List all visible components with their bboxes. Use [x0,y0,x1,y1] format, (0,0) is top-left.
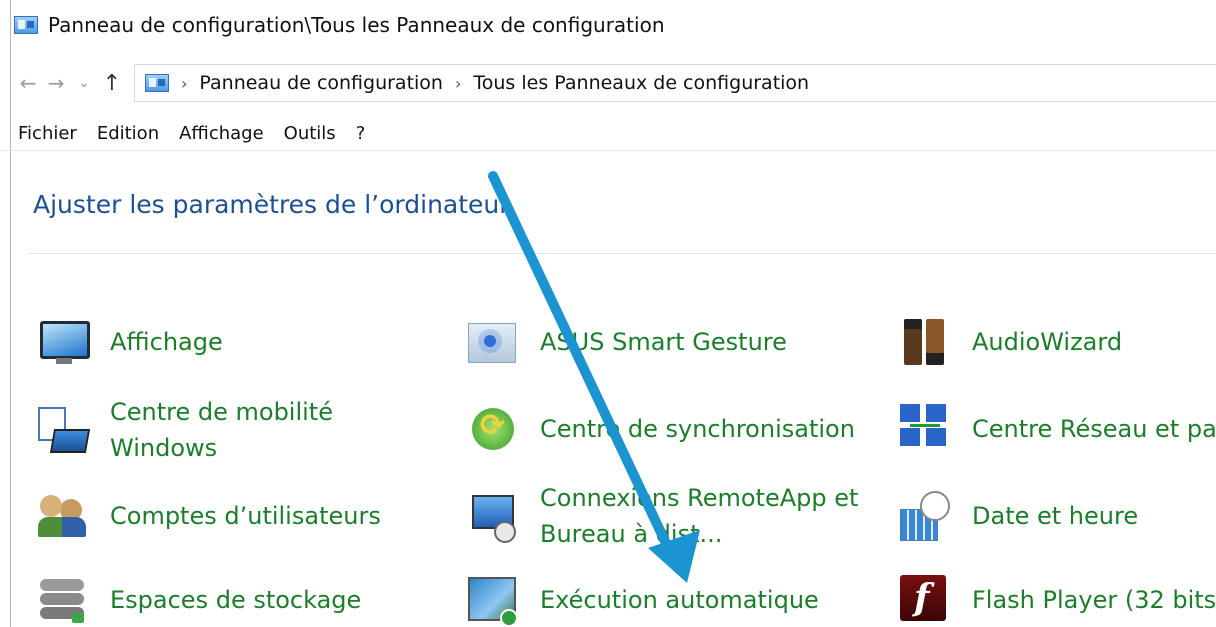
address-field[interactable]: › Panneau de configuration › Tous les Pa… [134,64,1216,102]
calendar-clock-icon [900,491,950,541]
menu-tools[interactable]: Outils [284,123,336,144]
menu-view[interactable]: Affichage [179,123,264,144]
item-user-accounts[interactable]: Comptes d’utilisateurs [38,491,381,541]
chevron-down-icon[interactable]: ⌄ [70,67,98,99]
item-storage-spaces[interactable]: Espaces de stockage [38,575,361,625]
item-mobility-center[interactable]: Centre de mobilité Windows [38,394,370,466]
window-title: Panneau de configuration\Tous les Pannea… [48,13,665,37]
remote-desktop-icon [468,491,518,543]
item-label: Exécution automatique [540,586,819,614]
menu-file[interactable]: Fichier [18,123,77,144]
menu-help[interactable]: ? [356,123,366,144]
item-label: Comptes d’utilisateurs [110,502,381,530]
control-panel-window: Panneau de configuration\Tous les Pannea… [0,0,1216,627]
item-label: Centre Réseau et par [972,415,1216,443]
item-label: ASUS Smart Gesture [540,328,787,356]
mobility-center-icon [38,405,88,455]
monitor-icon [38,317,90,367]
item-label: Flash Player (32 bits) [972,586,1216,614]
item-flash-player[interactable]: Flash Player (32 bits) [900,575,1216,625]
control-panel-icon [145,74,169,92]
network-icon [900,404,950,454]
title-bar: Panneau de configuration\Tous les Pannea… [14,8,1216,42]
arrow-up-icon[interactable]: ↑ [98,67,126,99]
item-audiowizard[interactable]: AudioWizard [900,317,1122,367]
item-autoplay[interactable]: Exécution automatique [468,575,819,627]
item-date-time[interactable]: Date et heure [900,491,1138,541]
speaker-icon [900,317,950,367]
breadcrumb-all-panels[interactable]: Tous les Panneaux de configuration [473,72,809,94]
touchpad-icon [468,317,518,367]
item-label: AudioWizard [972,328,1123,356]
item-network-center[interactable]: Centre Réseau et par [900,404,1216,454]
item-label: Centre de mobilité Windows [110,398,333,462]
control-panel-icon [14,16,38,34]
item-sync-center[interactable]: Centre de synchronisation [468,404,855,454]
address-bar: ← → ⌄ ↑ › Panneau de configuration › Tou… [14,62,1216,104]
item-label: Centre de synchronisation [540,415,855,443]
storage-icon [38,575,88,625]
item-label: Espaces de stockage [110,586,362,614]
item-remoteapp[interactable]: Connexions RemoteApp et Bureau à dist... [468,480,870,552]
sync-icon [468,404,518,454]
divider [0,150,1216,151]
menu-edit[interactable]: Edition [97,123,159,144]
users-icon [38,491,88,541]
breadcrumb-separator[interactable]: › [181,74,187,93]
item-asus-smart-gesture[interactable]: ASUS Smart Gesture [468,317,787,367]
breadcrumb-control-panel[interactable]: Panneau de configuration [199,72,443,94]
window-border [10,0,11,627]
menu-bar: Fichier Edition Affichage Outils ? [18,120,365,146]
item-label: Connexions RemoteApp et Bureau à dist... [540,484,859,548]
arrow-right-icon[interactable]: → [42,67,70,99]
arrow-left-icon[interactable]: ← [14,67,42,99]
item-affichage[interactable]: Affichage [38,317,223,367]
breadcrumb-separator[interactable]: › [455,74,461,93]
item-label: Date et heure [972,502,1139,530]
item-label: Affichage [110,328,223,356]
divider [28,253,1216,254]
page-heading: Ajuster les paramètres de l’ordinateur [33,190,510,219]
flash-icon [900,575,950,625]
autoplay-icon [468,575,518,627]
